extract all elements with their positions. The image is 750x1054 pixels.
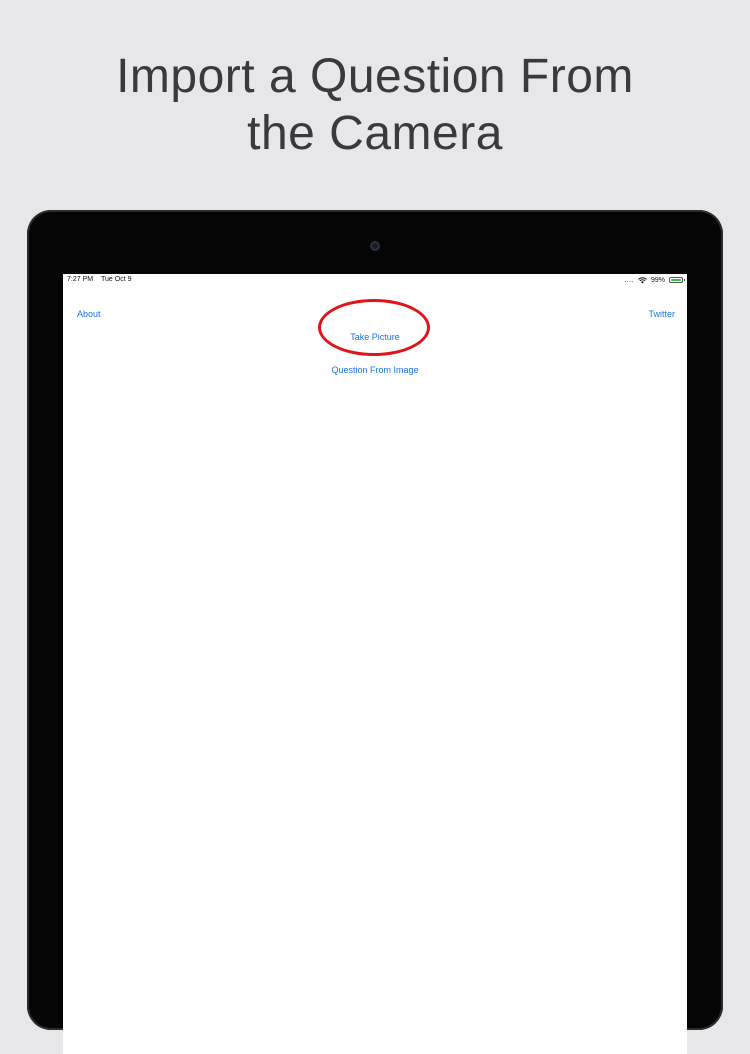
device-screen: 7:27 PM Tue Oct 9 .... 99% About Twitter… bbox=[63, 274, 687, 1054]
front-camera-icon bbox=[370, 241, 380, 251]
status-time: 7:27 PM bbox=[67, 276, 94, 283]
battery-percent: 99% bbox=[650, 276, 665, 284]
battery-icon bbox=[669, 277, 685, 283]
twitter-link[interactable]: Twitter bbox=[648, 309, 675, 319]
signal-dots-icon: .... bbox=[624, 276, 634, 284]
marketing-headline: Import a Question From the Camera bbox=[0, 48, 750, 162]
battery-level-fill bbox=[671, 279, 681, 281]
ipad-device-frame: 7:27 PM Tue Oct 9 .... 99% About Twitter… bbox=[27, 210, 723, 1054]
red-highlight-circle bbox=[318, 299, 430, 356]
status-date: Tue Oct 9 bbox=[101, 276, 132, 283]
status-bar: 7:27 PM Tue Oct 9 .... 99% bbox=[63, 274, 687, 286]
about-link[interactable]: About bbox=[77, 309, 101, 319]
headline-line-2: the Camera bbox=[247, 107, 503, 160]
battery-tip bbox=[684, 279, 685, 281]
status-indicators: .... 99% bbox=[624, 275, 685, 285]
headline-line-1: Import a Question From bbox=[116, 50, 634, 103]
wifi-icon bbox=[638, 276, 647, 283]
take-picture-button[interactable]: Take Picture bbox=[63, 332, 687, 342]
question-from-image-button[interactable]: Question From Image bbox=[63, 365, 687, 375]
